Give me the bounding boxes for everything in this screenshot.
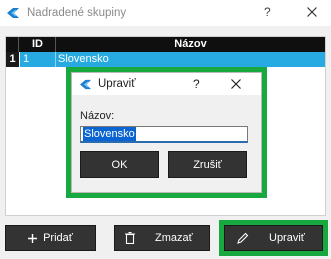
name-input-value: Slovensko (83, 127, 136, 141)
cancel-button[interactable]: Zrušiť (168, 151, 247, 178)
help-button[interactable]: ? (264, 5, 271, 19)
add-button[interactable]: Pridať (5, 225, 96, 251)
ok-button[interactable]: OK (80, 151, 159, 178)
name-field-label: Názov: (80, 110, 115, 122)
edit-button[interactable]: Upraviť (224, 225, 323, 251)
delete-button[interactable]: Zmazať (114, 225, 210, 251)
column-header-name[interactable]: Názov (56, 37, 325, 52)
dialog-title: Upraviť (98, 78, 136, 90)
pencil-icon (237, 232, 249, 244)
grid-header: ID Názov (6, 37, 325, 52)
close-icon[interactable] (304, 4, 320, 20)
cell-id[interactable]: 1 (20, 52, 56, 67)
name-input[interactable]: Slovensko (80, 126, 248, 143)
edit-button-label: Upraviť (269, 232, 305, 244)
row-number[interactable]: 1 (6, 52, 19, 67)
grid-corner (6, 37, 19, 52)
dialog-titlebar: Upraviť ? (72, 73, 261, 95)
dialog-help-button[interactable]: ? (193, 77, 200, 91)
column-header-id[interactable]: ID (20, 37, 56, 52)
edit-dialog: Upraviť ? Názov: Slovensko OK Zrušiť (71, 72, 262, 193)
cell-name[interactable]: Slovensko (56, 52, 325, 67)
dialog-close-icon[interactable] (229, 77, 243, 91)
window-title: Nadradené skupiny (27, 7, 127, 19)
add-button-label: Pridať (43, 232, 73, 244)
table-row[interactable]: 1 1 Slovensko (6, 52, 325, 67)
window-titlebar: Nadradené skupiny ? (0, 0, 331, 26)
dialog-app-icon (78, 77, 92, 91)
delete-button-label: Zmazať (155, 232, 193, 244)
trash-icon (125, 232, 135, 244)
plus-icon (28, 233, 38, 243)
app-icon (5, 5, 21, 21)
